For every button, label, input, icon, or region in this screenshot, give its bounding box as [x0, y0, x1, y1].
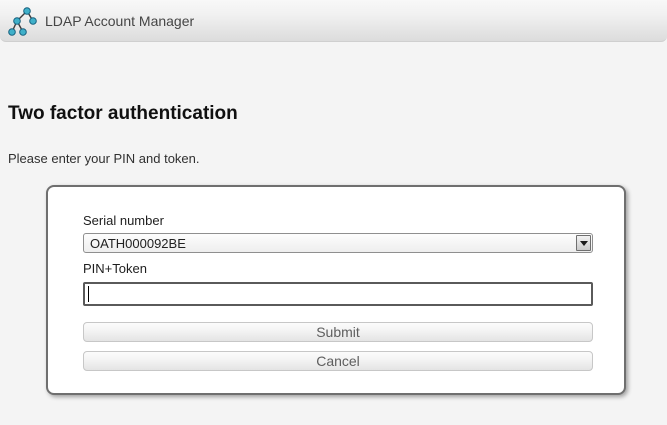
- instruction-text: Please enter your PIN and token.: [8, 151, 659, 166]
- chevron-down-icon: [580, 241, 588, 246]
- pin-token-field-wrap: [83, 282, 593, 306]
- submit-button[interactable]: Submit: [83, 322, 593, 342]
- pin-token-input[interactable]: [83, 282, 593, 306]
- select-dropdown-button[interactable]: [576, 235, 591, 251]
- ldap-tree-icon: [8, 6, 38, 37]
- text-cursor: [88, 286, 89, 302]
- pin-token-label: PIN+Token: [83, 261, 591, 276]
- page-title: Two factor authentication: [8, 103, 659, 125]
- cancel-button[interactable]: Cancel: [83, 351, 593, 371]
- two-factor-form: Serial number OATH000092BE PIN+Token Sub…: [46, 185, 626, 395]
- app-header: LDAP Account Manager: [0, 0, 667, 42]
- serial-number-label: Serial number: [83, 213, 591, 228]
- serial-number-value: OATH000092BE: [84, 236, 576, 251]
- app-title: LDAP Account Manager: [45, 13, 194, 29]
- serial-number-select[interactable]: OATH000092BE: [83, 233, 593, 253]
- main-content: Two factor authentication Please enter y…: [0, 103, 667, 395]
